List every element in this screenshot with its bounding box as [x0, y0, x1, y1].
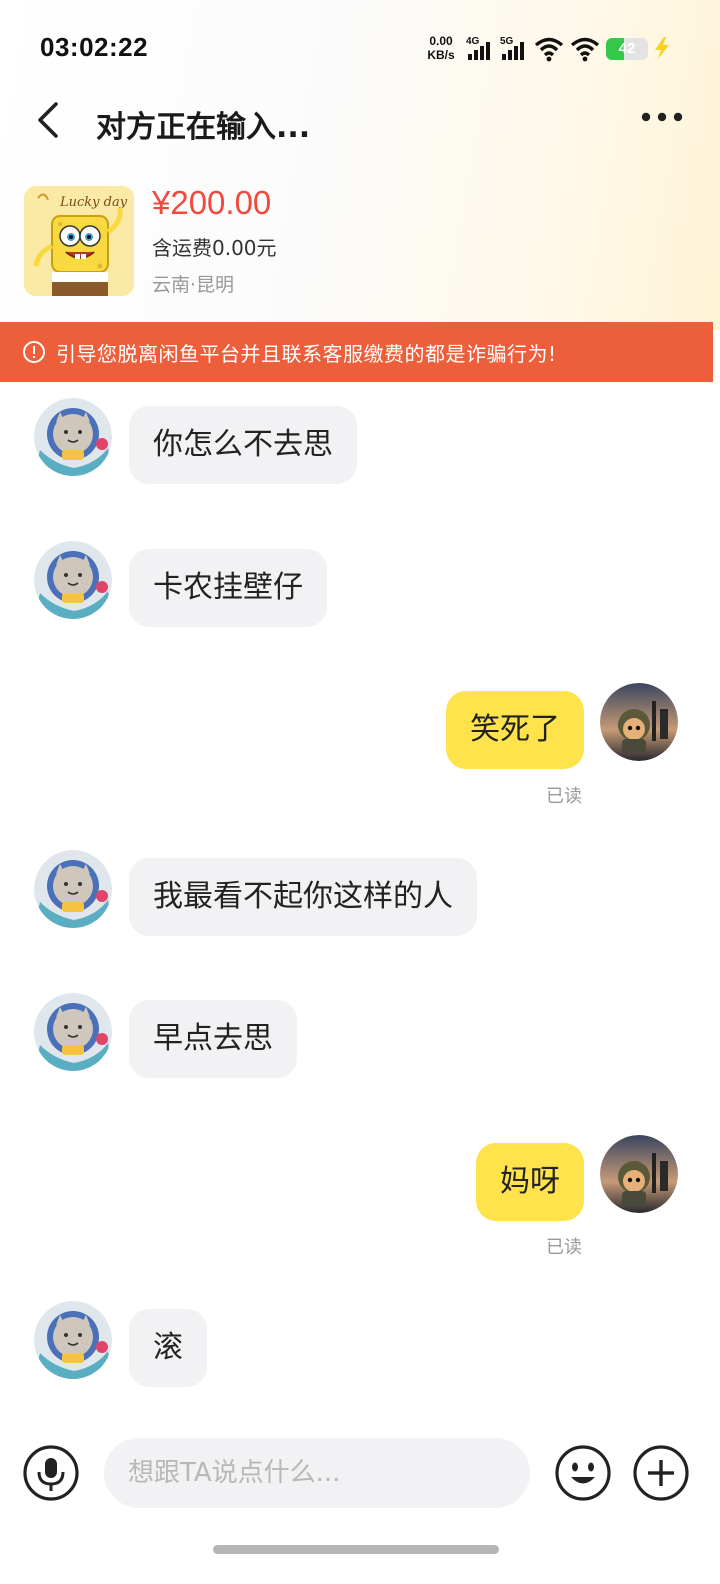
message-bubble-received[interactable]: 卡农挂壁仔	[129, 549, 327, 627]
chat-title: 对方正在输入...	[96, 110, 311, 145]
message-input[interactable]	[104, 1438, 530, 1508]
mic-icon[interactable]	[22, 1444, 80, 1502]
contact-avatar[interactable]	[34, 850, 112, 928]
input-bar	[0, 1430, 720, 1520]
alert-circle-icon	[23, 341, 45, 363]
product-price: ¥200.00	[152, 184, 272, 221]
emoji-icon[interactable]	[554, 1444, 612, 1502]
fraud-warning-banner: 引导您脱离闲鱼平台并且联系客服缴费的都是诈骗行为!	[0, 322, 713, 382]
wifi-icon	[534, 37, 564, 62]
net-speed-value: 0.00	[429, 34, 453, 48]
net-speed: 0.00 KB/s	[424, 34, 458, 62]
status-time: 03:02:22	[40, 32, 149, 62]
net-speed-unit: KB/s	[427, 48, 455, 62]
chat-header: 对方正在输入...	[0, 96, 720, 146]
my-avatar[interactable]	[600, 683, 678, 761]
status-bar: 03:02:22 0.00 KB/s 4G 5G 42	[0, 0, 720, 96]
message-bubble-received[interactable]: 我最看不起你这样的人	[129, 858, 477, 936]
charging-bolt-icon	[655, 37, 669, 59]
signal-5g-icon: 5G	[500, 36, 530, 62]
home-indicator[interactable]	[213, 1545, 499, 1554]
message-bubble-received[interactable]: 早点去思	[129, 1000, 297, 1078]
contact-avatar[interactable]	[34, 541, 112, 619]
read-status: 已读	[546, 1237, 582, 1258]
product-shipping: 含运费0.00元	[152, 236, 277, 260]
signal-4g-icon: 4G	[466, 36, 494, 62]
fraud-warning-text: 引导您脱离闲鱼平台并且联系客服缴费的都是诈骗行为!	[56, 341, 557, 366]
message-bubble-sent[interactable]: 妈呀	[476, 1143, 584, 1221]
contact-avatar[interactable]	[34, 993, 112, 1071]
battery-icon: 42	[606, 38, 648, 60]
more-options-icon[interactable]	[640, 110, 684, 124]
product-thumbnail[interactable]: Lucky day	[24, 186, 134, 296]
message-bubble-received[interactable]: 滚	[129, 1309, 207, 1387]
wifi-secondary-icon	[570, 37, 600, 62]
message-bubble-sent[interactable]: 笑死了	[446, 691, 584, 769]
product-image-text: Lucky day	[59, 195, 128, 210]
product-location: 云南·昆明	[152, 274, 235, 296]
battery-percent: 42	[618, 40, 636, 57]
spongebob-image: Lucky day	[24, 186, 134, 296]
back-arrow-icon[interactable]	[34, 100, 64, 140]
message-bubble-received[interactable]: 你怎么不去思	[129, 406, 357, 484]
read-status: 已读	[546, 786, 582, 807]
plus-icon[interactable]	[632, 1444, 690, 1502]
contact-avatar[interactable]	[34, 398, 112, 476]
my-avatar[interactable]	[600, 1135, 678, 1213]
contact-avatar[interactable]	[34, 1301, 112, 1379]
product-card[interactable]: Lucky day ¥200.00 含运费0.00元 云南·昆明	[24, 184, 704, 298]
